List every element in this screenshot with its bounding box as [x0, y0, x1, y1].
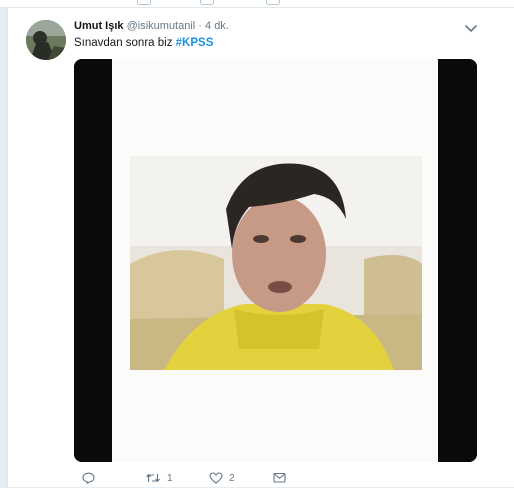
retweet-icon — [146, 473, 160, 483]
tweet-menu-button[interactable] — [464, 20, 478, 33]
tweet-actions: 1 2 — [74, 472, 374, 488]
tweet-text: Sınavdan sonra biz #KPSS — [74, 37, 213, 49]
reply-button[interactable] — [82, 472, 101, 484]
tweet-card[interactable]: Umut Işık @isikumutanil · 4 dk. Sınavdan… — [7, 8, 514, 487]
ghost-icon — [266, 0, 280, 5]
tweet-text-body: Sınavdan sonra biz — [74, 37, 176, 49]
direct-message-button[interactable] — [273, 472, 286, 483]
envelope-icon — [273, 472, 286, 483]
heart-icon — [209, 472, 223, 484]
ghost-icon — [137, 0, 151, 5]
like-button[interactable]: 2 — [209, 472, 235, 484]
chevron-down-icon — [465, 25, 477, 33]
previous-tweet-edge — [0, 0, 514, 8]
tweet-header: Umut Işık @isikumutanil · 4 dk. — [74, 20, 229, 32]
timestamp[interactable]: 4 dk. — [205, 20, 229, 32]
separator-dot: · — [198, 20, 202, 32]
like-count: 2 — [229, 472, 235, 484]
retweet-count: 1 — [167, 472, 173, 484]
ghost-icon — [200, 0, 214, 5]
reply-icon — [82, 472, 95, 484]
video-frame — [74, 59, 477, 462]
display-name[interactable]: Umut Işık — [74, 20, 124, 32]
hashtag-link[interactable]: #KPSS — [176, 37, 214, 49]
user-handle[interactable]: @isikumutanil — [127, 20, 196, 32]
retweet-button[interactable]: 1 — [145, 472, 173, 484]
avatar[interactable] — [26, 20, 66, 60]
video-player[interactable] — [74, 59, 477, 462]
